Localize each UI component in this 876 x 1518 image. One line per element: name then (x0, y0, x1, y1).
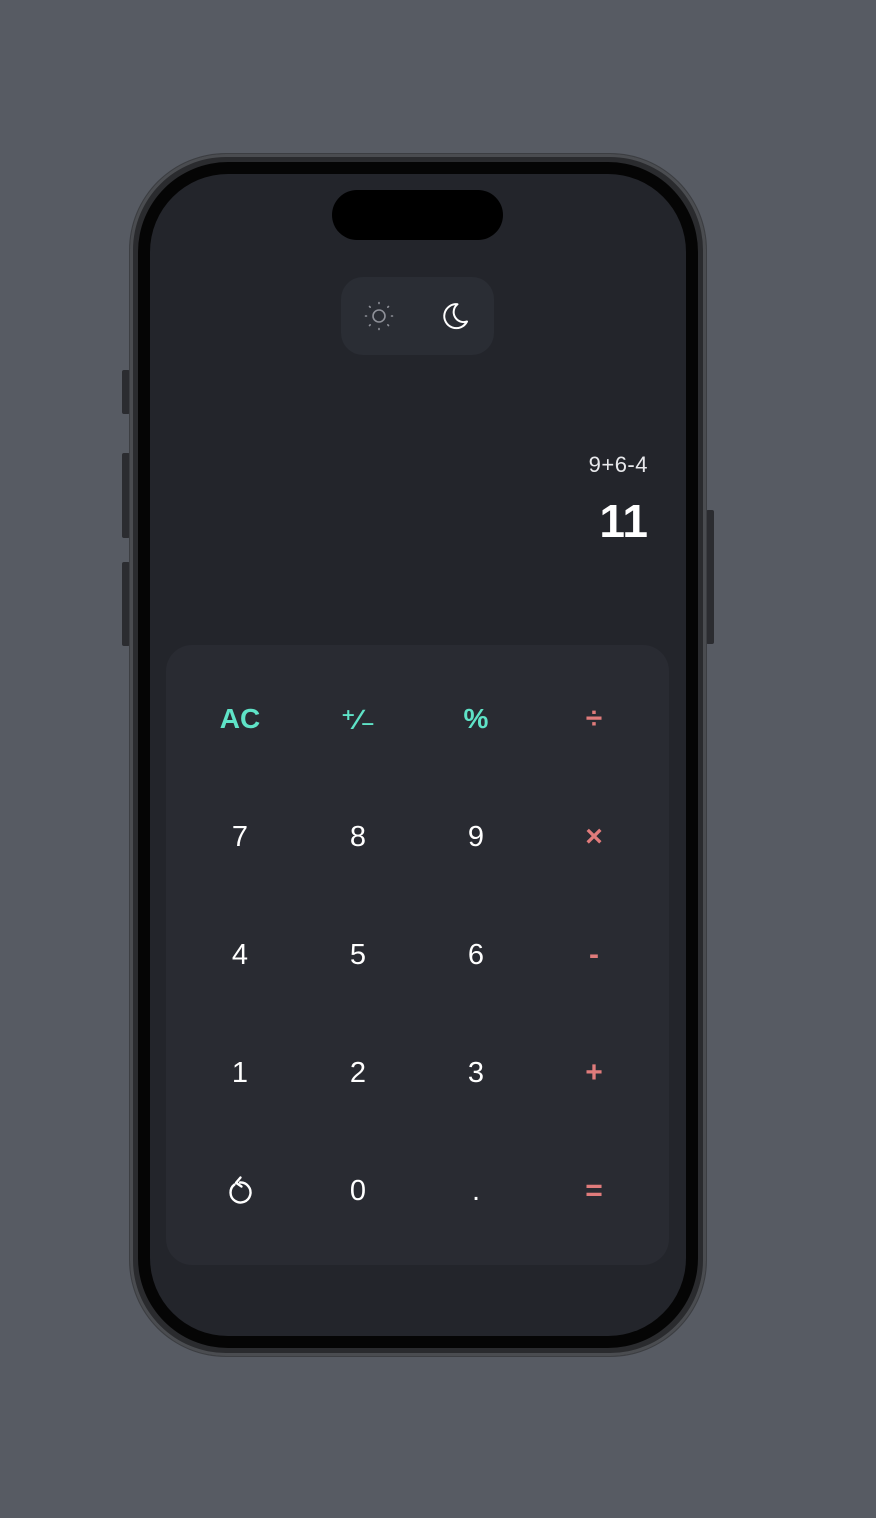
undo-button[interactable] (190, 1141, 290, 1241)
power-button (706, 510, 714, 644)
digit-4-button[interactable]: 4 (190, 905, 290, 1005)
digit-7-button[interactable]: 7 (190, 787, 290, 887)
stage: 9+6-4 11 AC ⁺∕₋ % ÷ 7 8 9 × 4 5 6 - 1 2 … (0, 0, 876, 1518)
digit-1-button[interactable]: 1 (190, 1023, 290, 1123)
digit-0-button[interactable]: 0 (308, 1141, 408, 1241)
dark-theme-button[interactable] (417, 277, 493, 355)
moon-icon (443, 303, 468, 330)
theme-toggle (341, 277, 494, 355)
sun-icon (364, 301, 394, 331)
digit-3-button[interactable]: 3 (426, 1023, 526, 1123)
multiply-button[interactable]: × (544, 787, 644, 887)
all-clear-button[interactable]: AC (190, 669, 290, 769)
subtract-button[interactable]: - (544, 905, 644, 1005)
digit-6-button[interactable]: 6 (426, 905, 526, 1005)
decimal-button[interactable]: . (426, 1141, 526, 1241)
divide-button[interactable]: ÷ (544, 669, 644, 769)
keypad: AC ⁺∕₋ % ÷ 7 8 9 × 4 5 6 - 1 2 3 + 0 . = (166, 645, 669, 1265)
digit-2-button[interactable]: 2 (308, 1023, 408, 1123)
result-display: 11 (599, 495, 648, 547)
sign-toggle-button[interactable]: ⁺∕₋ (308, 669, 408, 769)
expression-display: 9+6-4 (588, 452, 648, 477)
volume-up-button (122, 453, 130, 538)
action-button (122, 370, 130, 414)
volume-down-button (122, 562, 130, 646)
digit-9-button[interactable]: 9 (426, 787, 526, 887)
digit-5-button[interactable]: 5 (308, 905, 408, 1005)
equals-button[interactable]: = (544, 1141, 644, 1241)
percent-button[interactable]: % (426, 669, 526, 769)
dynamic-island (332, 190, 503, 240)
light-theme-button[interactable] (341, 277, 417, 355)
digit-8-button[interactable]: 8 (308, 787, 408, 887)
undo-icon (229, 1176, 252, 1204)
add-button[interactable]: + (544, 1023, 644, 1123)
calculator-screen: 9+6-4 11 AC ⁺∕₋ % ÷ 7 8 9 × 4 5 6 - 1 2 … (150, 174, 686, 1336)
